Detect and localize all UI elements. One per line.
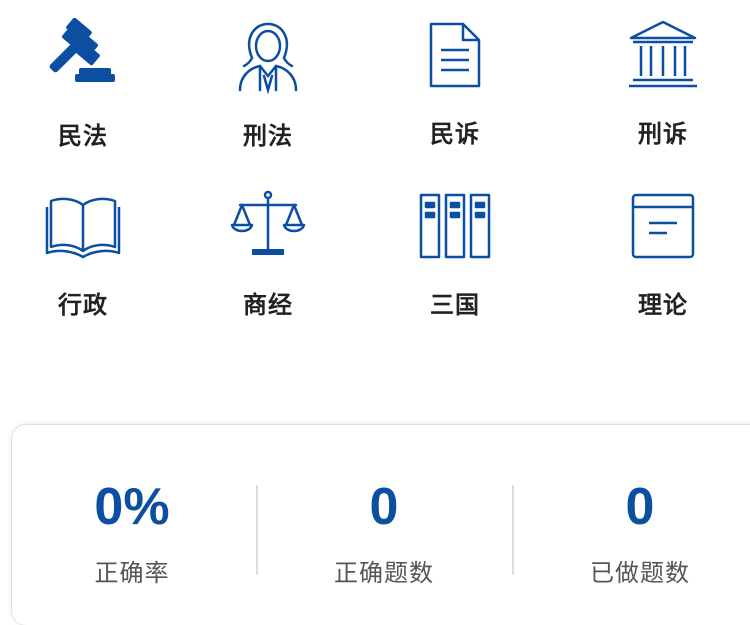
category-civil-procedure[interactable]: 民诉 (385, 16, 525, 166)
stat-value: 0 (625, 478, 655, 536)
binders-icon (417, 187, 493, 263)
category-theory[interactable]: 理论 (593, 187, 733, 337)
stat-divider (512, 485, 514, 575)
category-grid: 民法 刑法 民诉 刑诉 行政 商经 三国 理论 (0, 0, 750, 330)
category-commercial-economic[interactable]: 商经 (198, 187, 338, 337)
stat-value: 0 (369, 478, 399, 536)
stat-caption: 正确题数 (334, 559, 434, 587)
category-administrative[interactable]: 行政 (13, 187, 153, 337)
stat-divider (256, 485, 258, 575)
stat-value: 0% (94, 478, 170, 536)
category-criminal-procedure[interactable]: 刑诉 (593, 16, 733, 166)
category-label: 商经 (243, 291, 293, 319)
stats-panel: 0% 正确率 0 正确题数 0 已做题数 (12, 425, 750, 625)
category-label: 三国 (430, 291, 480, 319)
judge-icon (230, 18, 306, 94)
stat-accuracy: 0% 正确率 (12, 425, 252, 602)
category-label: 刑诉 (638, 120, 688, 148)
category-label: 理论 (638, 291, 688, 319)
stat-caption: 已做题数 (590, 559, 690, 587)
category-three-international[interactable]: 三国 (385, 187, 525, 337)
gavel-icon (45, 18, 121, 94)
stat-correct-count: 0 正确题数 (264, 425, 504, 602)
open-book-icon (45, 187, 121, 263)
scales-icon (230, 187, 306, 263)
category-label: 刑法 (243, 122, 293, 150)
category-label: 行政 (58, 291, 108, 319)
stat-caption: 正确率 (94, 559, 170, 587)
category-criminal-law[interactable]: 刑法 (198, 18, 338, 168)
stat-done-count: 0 已做题数 (520, 425, 750, 602)
category-civil-law[interactable]: 民法 (13, 18, 153, 168)
courthouse-icon (625, 16, 701, 92)
category-label: 民法 (58, 122, 108, 150)
notebook-icon (625, 187, 701, 263)
category-label: 民诉 (430, 120, 480, 148)
document-icon (417, 16, 493, 92)
